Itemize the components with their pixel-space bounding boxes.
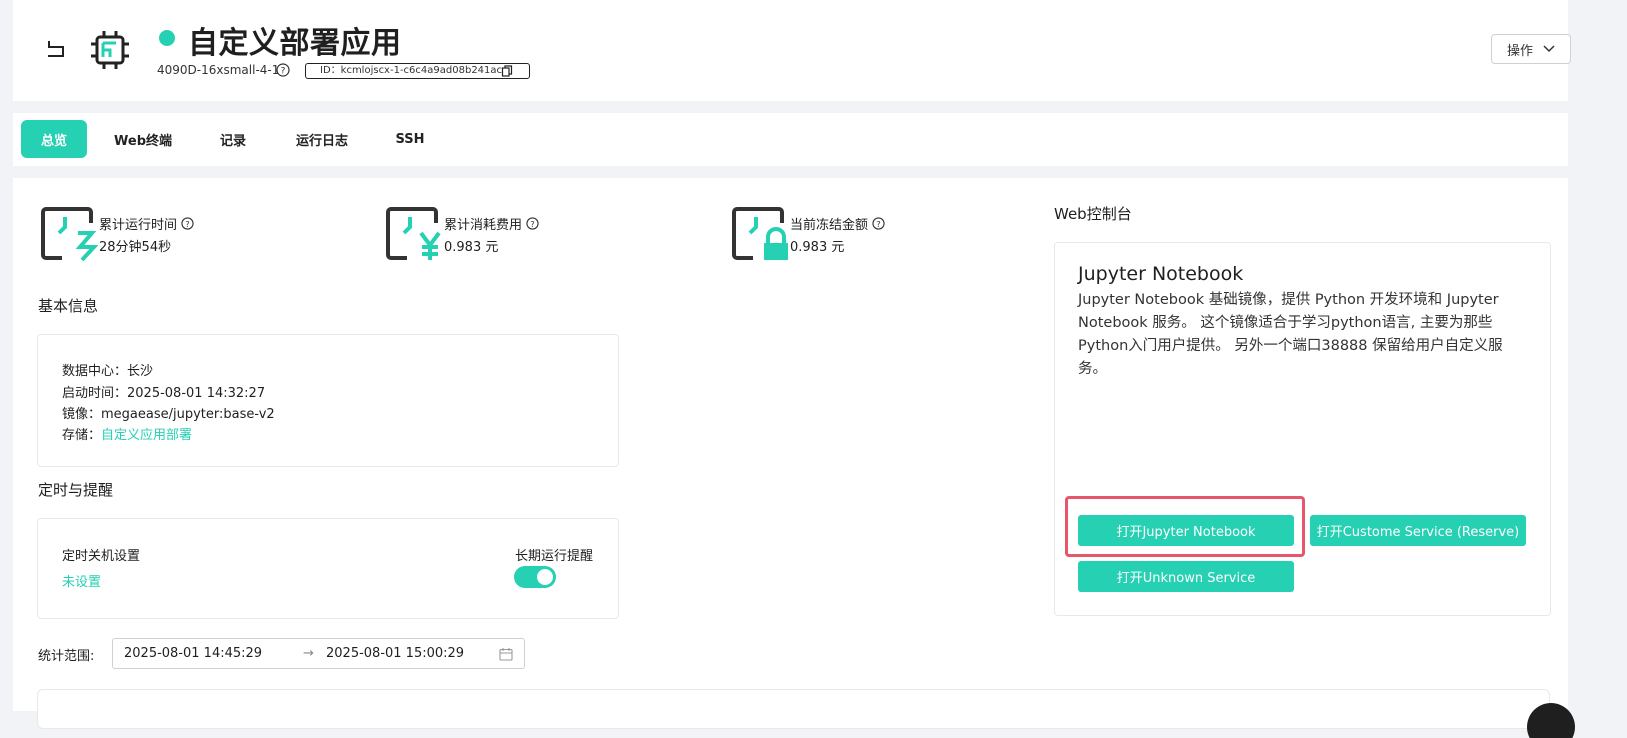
copy-icon[interactable] xyxy=(501,65,513,77)
operation-dropdown-button[interactable]: 操作 xyxy=(1491,34,1571,64)
chevron-down-icon xyxy=(1543,45,1555,53)
runtime-value: 28分钟54秒 xyxy=(99,240,172,255)
help-icon[interactable]: ? xyxy=(872,217,885,230)
basic-info-card: 数据中心：长沙 启动时间：2025-08-01 14:32:27 镜像：mega… xyxy=(37,334,619,467)
operation-label: 操作 xyxy=(1506,43,1533,59)
tab-records[interactable]: 记录 xyxy=(205,120,261,158)
schedule-title: 定时与提醒 xyxy=(38,481,114,499)
range-arrow: → xyxy=(303,646,314,661)
help-icon[interactable]: ? xyxy=(181,217,194,230)
tab-bar: 总览 Web终端 记录 运行日志 SSH xyxy=(13,113,1568,166)
open-jupyter-notebook-button[interactable]: 打开Jupyter Notebook xyxy=(1078,515,1294,546)
start-time-row: 启动时间：2025-08-01 14:32:27 xyxy=(62,382,265,401)
runtime-label: 累计运行时间 ? xyxy=(99,214,194,233)
cost-icon xyxy=(386,207,441,260)
status-dot xyxy=(159,30,175,46)
image-value: megaease/jupyter:base-v2 xyxy=(101,407,275,422)
frozen-label: 当前冻结金额 ? xyxy=(790,214,885,233)
start-time-value: 2025-08-01 14:32:27 xyxy=(127,386,266,401)
open-custom-service-button[interactable]: 打开Custome Service (Reserve) xyxy=(1310,515,1526,546)
instance-id-box: ID：kcmlojscx-1-c6c4a9ad08b241ac xyxy=(305,63,530,79)
storage-link[interactable]: 自定义应用部署 xyxy=(101,428,192,443)
shutdown-setting-link[interactable]: 未设置 xyxy=(62,571,101,590)
datacenter-value: 长沙 xyxy=(127,364,154,379)
stat-range-label: 统计范围: xyxy=(38,649,95,664)
range-end-input[interactable]: 2025-08-01 15:00:29 xyxy=(326,646,464,661)
tab-ssh[interactable]: SSH xyxy=(383,120,437,158)
toggle-knob xyxy=(537,569,553,585)
frozen-value: 0.983 元 xyxy=(790,240,845,255)
runtime-icon xyxy=(41,207,98,261)
cost-label: 累计消耗费用 ? xyxy=(444,214,539,233)
image-row: 镜像：megaease/jupyter:base-v2 xyxy=(62,403,275,422)
page-title: 自定义部署应用 xyxy=(188,26,402,61)
svg-text:?: ? xyxy=(530,219,534,229)
chip-icon xyxy=(91,31,129,69)
frozen-label-text: 当前冻结金额 xyxy=(790,218,869,233)
datacenter-row: 数据中心：长沙 xyxy=(62,360,153,379)
date-range-picker[interactable]: 2025-08-01 14:45:29 → 2025-08-01 15:00:2… xyxy=(112,638,525,669)
web-console-title: Web控制台 xyxy=(1054,205,1132,223)
reminder-toggle[interactable] xyxy=(514,566,556,588)
start-time-label: 启动时间： xyxy=(62,386,128,401)
frozen-icon xyxy=(732,207,788,260)
chart-card xyxy=(37,689,1550,729)
calendar-icon[interactable] xyxy=(499,647,513,661)
basic-info-title: 基本信息 xyxy=(38,297,99,315)
datacenter-label: 数据中心： xyxy=(62,364,128,379)
runtime-label-text: 累计运行时间 xyxy=(99,218,178,233)
shutdown-label: 定时关机设置 xyxy=(62,549,141,564)
cost-value: 0.983 元 xyxy=(444,240,499,255)
app-name: Jupyter Notebook xyxy=(1078,263,1244,285)
open-unknown-service-button[interactable]: 打开Unknown Service xyxy=(1078,561,1294,592)
instance-id: ID：kcmlojscx-1-c6c4a9ad08b241ac xyxy=(320,65,503,76)
app-description: Jupyter Notebook 基础镜像，提供 Python 开发环境和 Ju… xyxy=(1078,292,1503,377)
tab-overview[interactable]: 总览 xyxy=(21,120,87,158)
cost-label-text: 累计消耗费用 xyxy=(444,218,523,233)
reminder-label: 长期运行提醒 xyxy=(515,549,594,564)
tab-run-logs[interactable]: 运行日志 xyxy=(283,120,361,158)
instance-spec: 4090D-16xsmall-4-1 xyxy=(157,63,280,77)
storage-row: 存储：自定义应用部署 xyxy=(62,424,192,443)
svg-text:?: ? xyxy=(185,219,189,229)
range-start-input[interactable]: 2025-08-01 14:45:29 xyxy=(124,646,262,661)
header-panel: 自定义部署应用 4090D-16xsmall-4-1 ? ID：kcmlojsc… xyxy=(13,0,1571,101)
image-label: 镜像： xyxy=(62,407,102,422)
help-icon[interactable]: ? xyxy=(276,63,290,77)
help-icon[interactable]: ? xyxy=(526,217,539,230)
schedule-card: 定时关机设置 未设置 长期运行提醒 xyxy=(37,518,619,619)
back-icon[interactable] xyxy=(43,36,67,60)
storage-label: 存储： xyxy=(62,428,102,443)
svg-text:?: ? xyxy=(876,219,880,229)
svg-text:?: ? xyxy=(281,67,286,77)
tab-web-terminal[interactable]: Web终端 xyxy=(103,120,183,158)
